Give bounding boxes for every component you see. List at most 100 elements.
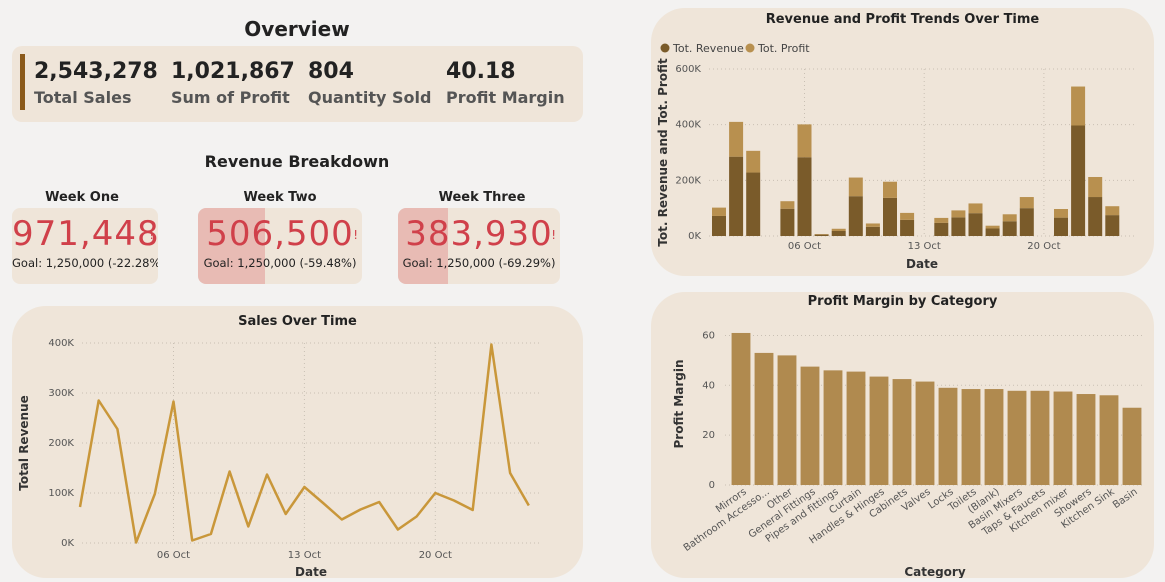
- sales-over-time-panel: Sales Over Time 0K 100K 200K 300K 400K Date To…: [12, 306, 583, 578]
- sales-chart: 0K 100K 200K 300K 400K Date Total Revenue 06 Oc…: [17, 338, 540, 578]
- revenue-bar: [712, 215, 726, 236]
- y-tick-label: 40: [702, 380, 715, 391]
- warning-icon: !: [551, 228, 556, 242]
- kpi-value: 804: [308, 59, 354, 84]
- category-bar: [1030, 390, 1050, 485]
- y-axis-title: Tot. Revenue and Tot. Profit: [656, 58, 670, 247]
- week-one-value: 971,448: [12, 214, 158, 254]
- profit-bar: [780, 201, 795, 209]
- week-two-goal: Goal: 1,250,000 (-59.48%): [203, 256, 357, 270]
- revenue-bar: [951, 217, 966, 236]
- category-bar: [961, 389, 981, 485]
- y-tick-label: 200K: [48, 438, 74, 449]
- revenue-bar: [1054, 217, 1068, 236]
- profit-bar: [883, 181, 897, 198]
- x-tick-label: 06 Oct: [788, 241, 821, 252]
- revenue-bar: [900, 219, 915, 236]
- y-tick-label: 60: [702, 330, 715, 341]
- warning-icon: !: [149, 228, 154, 242]
- y-axis-title: Total Revenue: [17, 395, 31, 491]
- profit-bar: [1019, 197, 1034, 209]
- y-tick-label: 0K: [61, 538, 74, 549]
- x-tick-label: 06 Oct: [157, 550, 190, 561]
- revenue-bar: [1088, 197, 1103, 236]
- y-tick-label: 200K: [675, 175, 701, 186]
- y-tick-label: 400K: [675, 120, 701, 131]
- x-axis-title: Date: [295, 565, 327, 578]
- revenue-profit-trends-panel: Revenue and Profit Trends Over Time 0K 20…: [651, 8, 1154, 276]
- y-tick-label: 0K: [688, 231, 701, 242]
- category-bar: [800, 366, 820, 485]
- profit-bar: [1002, 214, 1017, 222]
- revenue-bar: [934, 222, 949, 236]
- legend-marker-revenue: [660, 43, 670, 53]
- legend-marker-profit: [745, 43, 755, 53]
- kpi-sum-of-profit: 1,021,867 Sum of Profit: [171, 59, 295, 107]
- week-two-title: Week Two: [243, 190, 317, 205]
- week-two-card: 506,500 ! Goal: 1,250,000 (-59.48%): [198, 208, 362, 284]
- category-bar: [869, 376, 889, 485]
- category-bar: [892, 379, 912, 485]
- revenue-bar: [1105, 215, 1120, 236]
- y-tick-label: 0: [709, 480, 715, 491]
- revenue-breakdown-title: Revenue Breakdown: [204, 152, 390, 171]
- kpi-accent-bar: [20, 54, 25, 110]
- revenue-bar: [848, 196, 863, 236]
- kpi-value: 40.18: [446, 59, 516, 84]
- profit-bar: [729, 121, 744, 157]
- profit-bar: [746, 150, 761, 173]
- category-bar: [777, 355, 797, 485]
- profit-bar: [934, 217, 949, 223]
- week-three-goal: Goal: 1,250,000 (-69.29%): [402, 256, 556, 270]
- y-tick-label: 100K: [48, 488, 74, 499]
- week-three-card: 383,930 ! Goal: 1,250,000 (-69.29%): [398, 208, 560, 284]
- y-axis-title: Profit Margin: [672, 360, 686, 449]
- category-bar: [1007, 390, 1027, 485]
- kpi-label: Total Sales: [34, 88, 132, 107]
- category-bar: [915, 381, 935, 485]
- revenue-bar: [865, 226, 880, 236]
- revenue-bar: [831, 230, 846, 236]
- revenue-bar: [814, 234, 829, 236]
- week-one-card: 971,448 ! Goal: 1,250,000 (-22.28%): [12, 208, 158, 284]
- revenue-bar: [746, 172, 761, 236]
- profit-bar: [712, 207, 726, 216]
- x-tick-label: 13 Oct: [288, 550, 321, 561]
- category-bar: [754, 352, 774, 485]
- revenue-bar: [968, 213, 983, 236]
- kpi-value: 2,543,278: [34, 59, 158, 84]
- week-one-goal: Goal: 1,250,000 (-22.28%): [12, 256, 158, 270]
- revenue-bar: [797, 157, 812, 236]
- category-bar: [1053, 391, 1073, 485]
- revenue-bar: [1019, 208, 1034, 236]
- profit-bar: [1071, 86, 1086, 126]
- x-tick-label: 20 Oct: [1027, 241, 1060, 252]
- margin-chart: 0204060CategoryProfit MarginMirrorsBathr…: [672, 330, 1145, 578]
- category-bar: [1122, 407, 1142, 485]
- revenue-bar: [883, 197, 897, 236]
- week-two-value: 506,500: [206, 214, 354, 254]
- week-three-title: Week Three: [438, 190, 526, 205]
- x-axis-title: Date: [906, 257, 938, 271]
- profit-bar: [1105, 206, 1120, 216]
- revenue-bar: [729, 156, 744, 236]
- kpi-card: 2,543,278 Total Sales 1,021,867 Sum of P…: [12, 46, 583, 122]
- x-axis-title: Category: [904, 565, 966, 578]
- kpi-total-sales: 2,543,278 Total Sales: [34, 59, 158, 107]
- overview-title: Overview: [244, 17, 350, 41]
- category-bar: [1076, 394, 1096, 485]
- x-tick-label: 13 Oct: [908, 241, 941, 252]
- category-bar: [1099, 395, 1119, 485]
- legend-label: Tot. Profit: [757, 42, 810, 55]
- trends-chart: 0K 200K 400K 600K Date Tot. Revenue and Tot. …: [656, 42, 1135, 271]
- kpi-label: Profit Margin: [446, 88, 565, 107]
- profit-bar: [865, 223, 880, 227]
- profit-bar: [951, 210, 966, 218]
- kpi-profit-margin: 40.18 Profit Margin: [446, 59, 565, 107]
- kpi-quantity-sold: 804 Quantity Sold: [308, 59, 431, 107]
- y-tick-label: 20: [702, 430, 715, 441]
- revenue-bar: [1071, 125, 1086, 236]
- y-tick-label: 600K: [675, 64, 701, 75]
- week-three-value: 383,930: [405, 214, 553, 254]
- category-bar: [823, 370, 843, 485]
